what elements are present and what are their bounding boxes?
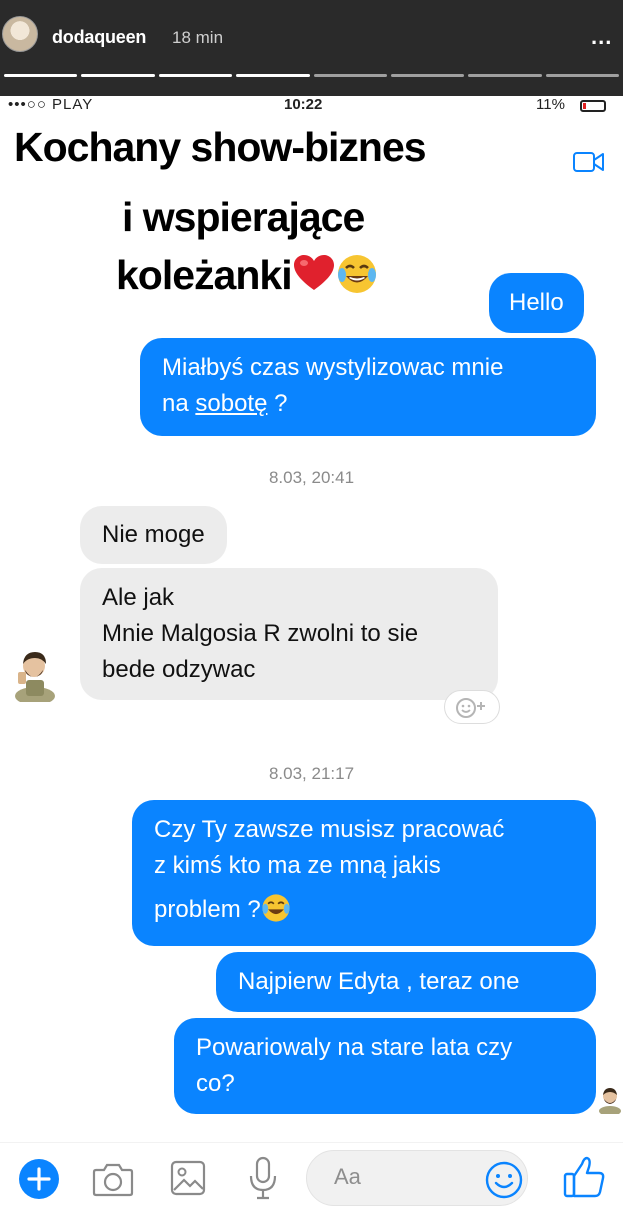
progress-segment (236, 74, 310, 77)
tears-of-joy-emoji (262, 894, 290, 922)
message-text: Miałbyś czas wystylizowac mnie (162, 354, 504, 381)
message-input-placeholder: Aa (334, 1164, 361, 1189)
add-reaction-icon (456, 698, 485, 718)
add-reaction-button[interactable] (444, 690, 500, 724)
progress-segment (81, 74, 155, 77)
caption-line-3: koleżanki (116, 252, 378, 299)
message-text-part: problem ? (154, 896, 261, 923)
message-text: bede odzywac (102, 656, 256, 683)
message-text: co? (196, 1070, 235, 1097)
timestamp: 8.03, 21:17 (268, 764, 355, 783)
story-avatar[interactable] (2, 16, 38, 52)
progress-segment (158, 74, 233, 77)
progress-segment (545, 74, 619, 77)
phone-clock: 10:22 (284, 96, 323, 113)
message-outgoing[interactable]: Powariowaly na stare lata czy co? (174, 1018, 596, 1114)
caption-line-1: Kochany show-biznes (14, 124, 427, 170)
battery-percent: 11% (536, 96, 565, 113)
message-incoming[interactable]: Ale jak Mnie Malgosia R zwolni to sie be… (80, 568, 498, 700)
image-icon[interactable] (170, 1160, 206, 1196)
message-text: Hello (509, 289, 564, 316)
story-username[interactable]: dodaqueen (52, 27, 146, 48)
more-options-icon[interactable]: ... (591, 24, 612, 50)
timestamp: 8.03, 20:41 (268, 468, 355, 487)
camera-icon[interactable] (92, 1160, 134, 1198)
message-text: Czy Ty zawsze musisz pracować (154, 816, 505, 843)
message-text: Najpierw Edyta , teraz one (238, 968, 520, 995)
message-outgoing[interactable]: Miałbyś czas wystylizowac mnie na sobotę… (140, 338, 596, 436)
story-time: 18 min (172, 28, 224, 47)
progress-segment (390, 74, 465, 77)
message-outgoing[interactable]: Najpierw Edyta , teraz one (216, 952, 596, 1012)
progress-segment (468, 74, 542, 77)
video-call-icon[interactable] (572, 150, 606, 174)
heart-emoji (293, 255, 334, 290)
message-incoming[interactable]: Nie moge (80, 506, 227, 564)
plus-icon[interactable] (18, 1158, 60, 1200)
caption-line-3-text: koleżanki (116, 252, 293, 298)
message-text: problem ? (154, 892, 574, 928)
tears-of-joy-emoji (337, 255, 376, 293)
progress-segment (4, 74, 78, 77)
progress-segment (313, 74, 387, 77)
microphone-icon[interactable] (248, 1156, 278, 1202)
story-progress-bar (4, 74, 619, 78)
carrier-label: •••○○ PLAY (8, 96, 94, 113)
contact-avatar[interactable] (12, 646, 58, 702)
message-text: z kimś kto ma ze mną jakis (154, 852, 441, 879)
date-link[interactable]: sobotę (195, 390, 267, 417)
caption-line-2: i wspierające (122, 194, 365, 240)
thumbs-up-icon[interactable] (562, 1154, 606, 1200)
message-text-part: na (162, 390, 196, 417)
emoji-icon[interactable] (484, 1160, 524, 1200)
message-outgoing[interactable]: Hello (489, 273, 584, 333)
story-header (0, 0, 623, 104)
battery-icon (580, 100, 606, 112)
message-text: Mnie Malgosia R zwolni to sie (102, 620, 419, 647)
message-text: Powariowaly na stare lata czy (196, 1034, 513, 1061)
message-text: Ale jak (102, 584, 175, 611)
message-text: na sobotę ? (162, 386, 574, 422)
message-outgoing[interactable]: Czy Ty zawsze musisz pracować z kimś kto… (132, 800, 596, 946)
read-receipt-avatar (599, 1088, 621, 1114)
message-text: Nie moge (102, 521, 205, 548)
message-text-part: ? (267, 390, 288, 417)
